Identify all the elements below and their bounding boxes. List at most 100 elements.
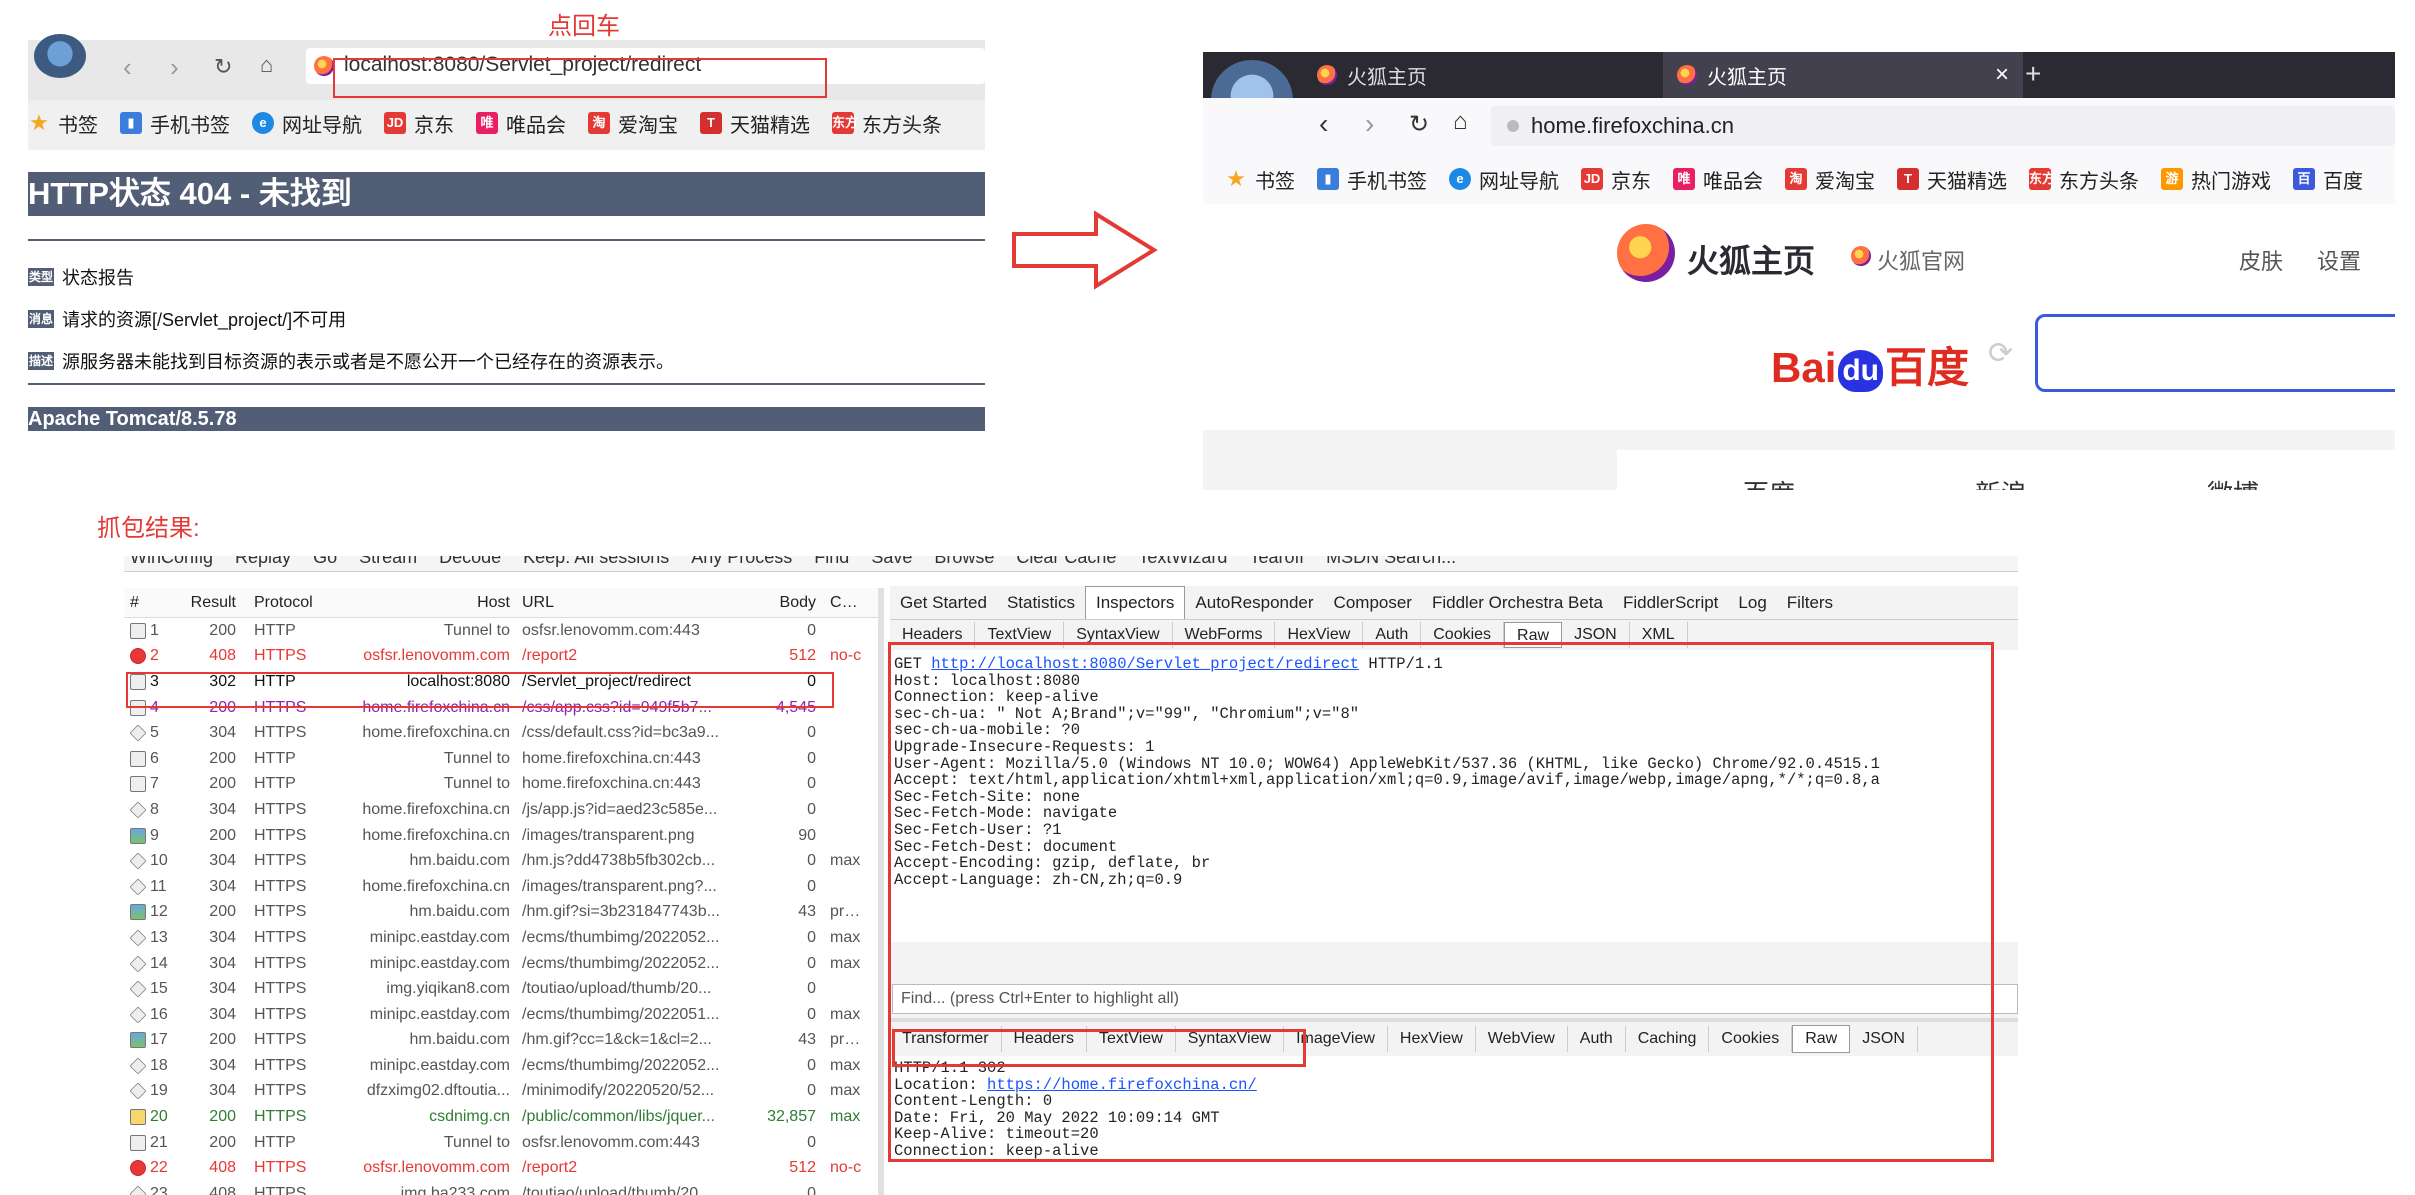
session-body: 0 xyxy=(807,877,816,895)
session-row[interactable]: 1 200 HTTP Tunnel to osfsr.lenovomm.com:443 0 xyxy=(124,618,878,644)
back-icon[interactable]: ‹ xyxy=(1319,108,1328,140)
tab-autoresponder[interactable]: AutoResponder xyxy=(1185,586,1323,619)
settings-link[interactable]: 设置 xyxy=(2317,244,2361,276)
toolbar-item[interactable]: Keep: All sessions xyxy=(523,556,669,568)
bookmark-0[interactable]: ★ 书签 xyxy=(28,109,98,138)
tab-label: JSON xyxy=(1574,626,1617,643)
tab-fiddler-orchestra-beta[interactable]: Fiddler Orchestra Beta xyxy=(1422,586,1613,619)
session-row[interactable]: 22 408 HTTPS osfsr.lenovomm.com/report2 512 n… xyxy=(124,1155,878,1181)
toolbar-item[interactable]: Save xyxy=(871,556,912,568)
toolbar-item[interactable]: Decode xyxy=(439,556,501,568)
toolbar-item[interactable]: Clear Cache xyxy=(1016,556,1116,568)
nav-link[interactable]: 微博 xyxy=(2207,474,2259,490)
tab-inspectors[interactable]: Inspectors xyxy=(1084,586,1186,619)
bookmark-6[interactable]: T 天猫精选 xyxy=(1897,165,2007,194)
bookmark-2[interactable]: e 网址导航 xyxy=(1449,165,1559,194)
baidu-search-input[interactable] xyxy=(2035,314,2395,392)
home-icon[interactable]: ⌂ xyxy=(260,52,273,78)
col-id[interactable]: # xyxy=(124,594,180,612)
bookmark-2[interactable]: e 网址导航 xyxy=(252,109,362,138)
bookmark-7[interactable]: 东方 东方头条 xyxy=(832,109,942,138)
skin-link[interactable]: 皮肤 xyxy=(2239,244,2283,276)
session-row[interactable]: 16 304 HTTPS minipc.eastday.com/ecms/thumbi… xyxy=(124,1002,878,1028)
col-body[interactable]: Body xyxy=(742,594,822,612)
tab-log[interactable]: Log xyxy=(1728,586,1776,619)
bookmark-4[interactable]: 唯唯品会 xyxy=(1673,165,1763,194)
tab-label: Composer xyxy=(1333,592,1412,612)
session-row[interactable]: 6 200 HTTP Tunnel to home.firefoxchina.cn:44… xyxy=(124,746,878,772)
tab-0[interactable]: 火狐主页 xyxy=(1303,52,1663,98)
toolbar-item[interactable]: Tearoff xyxy=(1249,556,1304,568)
star-icon: ★ xyxy=(1226,166,1246,191)
session-row[interactable]: 23 408 HTTPS img.ba233.com/toutiao/upload/t… xyxy=(124,1181,878,1195)
forward-icon[interactable]: › xyxy=(170,52,179,83)
session-row[interactable]: 12 200 HTTPS hm.baidu.com/hm.gif?si=3b23184… xyxy=(124,900,878,926)
toolbar-item[interactable]: Browse xyxy=(934,556,994,568)
session-row[interactable]: 2 408 HTTPS osfsr.lenovomm.com/report2 512 no… xyxy=(124,644,878,670)
forward-icon[interactable]: › xyxy=(1365,108,1374,140)
toolbar-item[interactable]: Go xyxy=(313,556,337,568)
toolbar-item[interactable]: Replay xyxy=(235,556,291,568)
right-url-text[interactable]: home.firefoxchina.cn xyxy=(1531,113,1734,139)
nav-link[interactable]: 百度 xyxy=(1743,474,1795,490)
reload-icon[interactable]: ↻ xyxy=(1409,110,1429,139)
profile-avatar[interactable] xyxy=(34,34,86,78)
toolbar-item[interactable]: WinConfig xyxy=(130,556,213,568)
tab-statistics[interactable]: Statistics xyxy=(997,586,1085,619)
tab-filters[interactable]: Filters xyxy=(1777,586,1843,619)
bookmark-5[interactable]: 淘爱淘宝 xyxy=(588,109,678,138)
home-icon[interactable]: ⌂ xyxy=(1453,108,1468,136)
col-url[interactable]: URL xyxy=(522,594,742,612)
session-lock-icon xyxy=(130,1134,146,1151)
nav-link[interactable]: 新浪 xyxy=(1975,474,2027,490)
bookmark-1[interactable]: ▮ 手机书签 xyxy=(120,109,230,138)
session-protocol: HTTPS xyxy=(254,1108,307,1126)
bookmark-0[interactable]: ★ 书签 xyxy=(1225,165,1295,194)
back-icon[interactable]: ‹ xyxy=(123,52,132,83)
bookmark-4[interactable]: 唯唯品会 xyxy=(476,109,566,138)
session-row[interactable]: 21 200 HTTP Tunnel to osfsr.lenovomm.com:443… xyxy=(124,1130,878,1156)
reload-icon[interactable]: ↻ xyxy=(214,54,232,80)
bookmark-9[interactable]: 百百度 xyxy=(2293,165,2363,194)
toolbar-item[interactable]: Find xyxy=(814,556,849,568)
col-result[interactable]: Result xyxy=(180,594,242,612)
session-id: 5 xyxy=(150,724,159,742)
session-row[interactable]: 13 304 HTTPS minipc.eastday.com/ecms/thumbi… xyxy=(124,925,878,951)
toolbar-item[interactable]: MSDN Search... xyxy=(1326,556,1456,568)
toolbar-item[interactable]: Stream xyxy=(359,556,417,568)
col-protocol[interactable]: Protocol xyxy=(242,594,322,612)
tab-1[interactable]: 火狐主页 × xyxy=(1663,52,2023,98)
right-address-bar[interactable]: home.firefoxchina.cn xyxy=(1491,106,2395,146)
bookmark-3[interactable]: JD 京东 xyxy=(384,109,454,138)
bookmark-8[interactable]: 游热门游戏 xyxy=(2161,165,2271,194)
tab-get-started[interactable]: Get Started xyxy=(890,586,997,619)
session-row[interactable]: 8 304 HTTPS home.firefoxchina.cn/js/app.js?… xyxy=(124,797,878,823)
session-row[interactable]: 7 200 HTTP Tunnel to home.firefoxchina.cn:44… xyxy=(124,772,878,798)
bookmark-1[interactable]: ▮ 手机书签 xyxy=(1317,165,1427,194)
session-row[interactable]: 20 200 HTTPS csdnimg.cn/public/common/libs/… xyxy=(124,1104,878,1130)
col-caching[interactable]: Caching xyxy=(822,594,862,612)
new-tab-icon[interactable]: + xyxy=(2025,58,2041,90)
official-site-link[interactable]: 火狐官网 xyxy=(1877,244,1965,276)
close-tab-icon[interactable]: × xyxy=(1995,61,2009,89)
session-row[interactable]: 15 304 HTTPS img.yiqikan8.com/toutiao/uploa… xyxy=(124,976,878,1002)
session-row[interactable]: 9 200 HTTPS home.firefoxchina.cn/images/tra… xyxy=(124,823,878,849)
switch-engine-icon[interactable]: ⟳ xyxy=(1988,336,2013,371)
session-row[interactable]: 14 304 HTTPS minipc.eastday.com/ecms/thumbi… xyxy=(124,951,878,977)
toolbar-item[interactable]: TextWizard xyxy=(1138,556,1227,568)
session-row[interactable]: 5 304 HTTPS home.firefoxchina.cn/css/defaul… xyxy=(124,720,878,746)
session-row[interactable]: 17 200 HTTPS hm.baidu.com/hm.gif?cc=1&ck=1&… xyxy=(124,1028,878,1054)
site-info-icon[interactable] xyxy=(1507,120,1519,132)
bookmark-5[interactable]: 淘爱淘宝 xyxy=(1785,165,1875,194)
bookmark-6[interactable]: T 天猫精选 xyxy=(700,109,810,138)
col-host[interactable]: Host xyxy=(322,594,522,612)
toolbar-item[interactable]: Any Process xyxy=(691,556,792,568)
bookmark-7[interactable]: 东方 东方头条 xyxy=(2029,165,2139,194)
session-row[interactable]: 10 304 HTTPS hm.baidu.com/hm.js?dd4738b5fb3… xyxy=(124,848,878,874)
tab-composer[interactable]: Composer xyxy=(1324,586,1422,619)
session-row[interactable]: 11 304 HTTPS home.firefoxchina.cn/images/tr… xyxy=(124,874,878,900)
session-row[interactable]: 19 304 HTTPS dfzximg02.dftoutia... /minimodi… xyxy=(124,1079,878,1105)
session-row[interactable]: 18 304 HTTPS minipc.eastday.com/ecms/thumbi… xyxy=(124,1053,878,1079)
bookmark-3[interactable]: JD 京东 xyxy=(1581,165,1651,194)
tab-fiddlerscript[interactable]: FiddlerScript xyxy=(1613,586,1728,619)
